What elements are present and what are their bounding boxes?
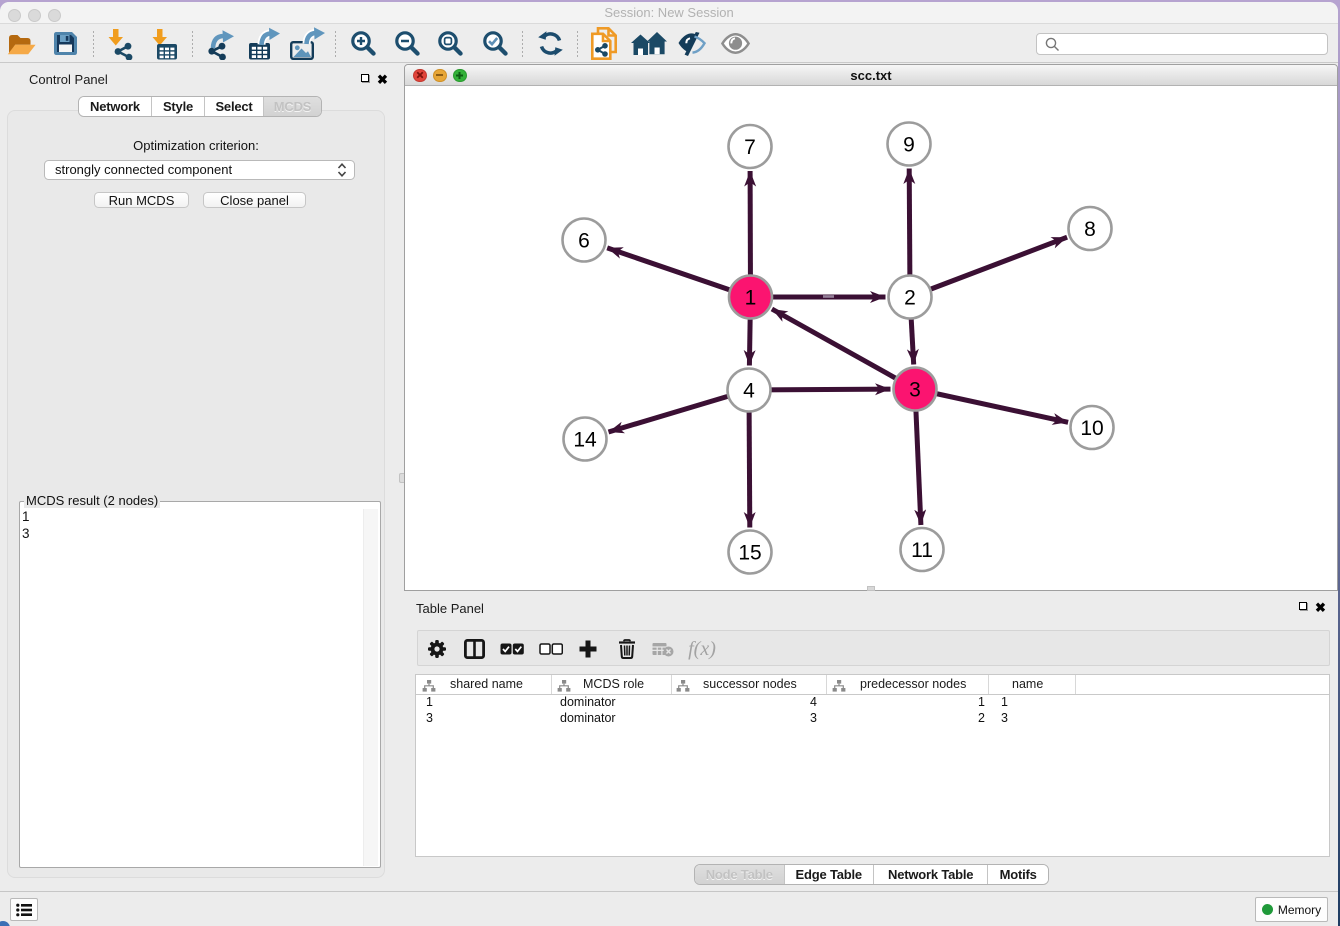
svg-text:6: 6 [578,230,590,253]
svg-text:2: 2 [904,287,916,310]
svg-text:14: 14 [573,429,597,452]
svg-text:15: 15 [738,542,761,565]
svg-text:8: 8 [1084,218,1096,241]
svg-text:7: 7 [744,136,756,159]
svg-text:11: 11 [911,539,933,562]
svg-text:1: 1 [745,287,757,310]
svg-text:10: 10 [1080,417,1103,440]
svg-text:4: 4 [743,380,755,403]
svg-text:9: 9 [903,134,915,157]
svg-text:3: 3 [909,379,921,402]
